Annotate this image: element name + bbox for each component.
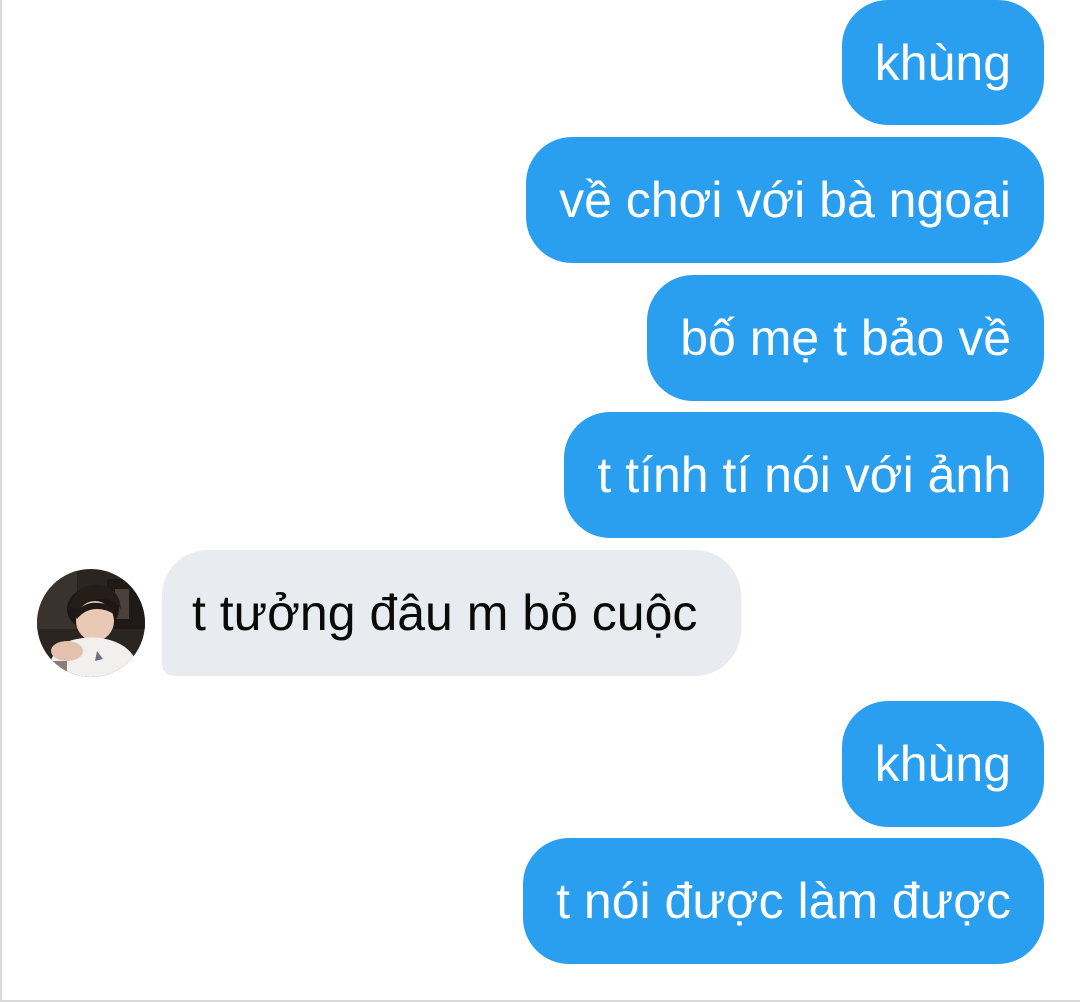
message-bubble-outgoing[interactable]: khùng <box>841 0 1044 125</box>
message-bubble-outgoing[interactable]: về chơi với bà ngoại <box>526 137 1044 263</box>
message-text: t tưởng đâu m bỏ cuộc <box>192 585 698 641</box>
message-text: t nói được làm được <box>556 873 1011 929</box>
message-text: khùng <box>874 34 1011 91</box>
message-text: t tính tí nói với ảnh <box>597 447 1011 503</box>
person-photo-avatar-icon <box>37 569 145 677</box>
message-bubble-outgoing[interactable]: khùng <box>841 701 1044 827</box>
message-text: bố mẹ t bảo về <box>680 310 1011 366</box>
message-bubble-outgoing[interactable]: t nói được làm được <box>523 838 1044 964</box>
message-text: khùng <box>874 736 1011 792</box>
message-bubble-outgoing[interactable]: bố mẹ t bảo về <box>647 275 1044 401</box>
message-bubble-incoming[interactable]: t tưởng đâu m bỏ cuộc <box>162 550 742 676</box>
sender-avatar[interactable] <box>37 569 145 677</box>
message-text: về chơi với bà ngoại <box>559 172 1011 228</box>
message-bubble-outgoing[interactable]: t tính tí nói với ảnh <box>564 412 1044 538</box>
